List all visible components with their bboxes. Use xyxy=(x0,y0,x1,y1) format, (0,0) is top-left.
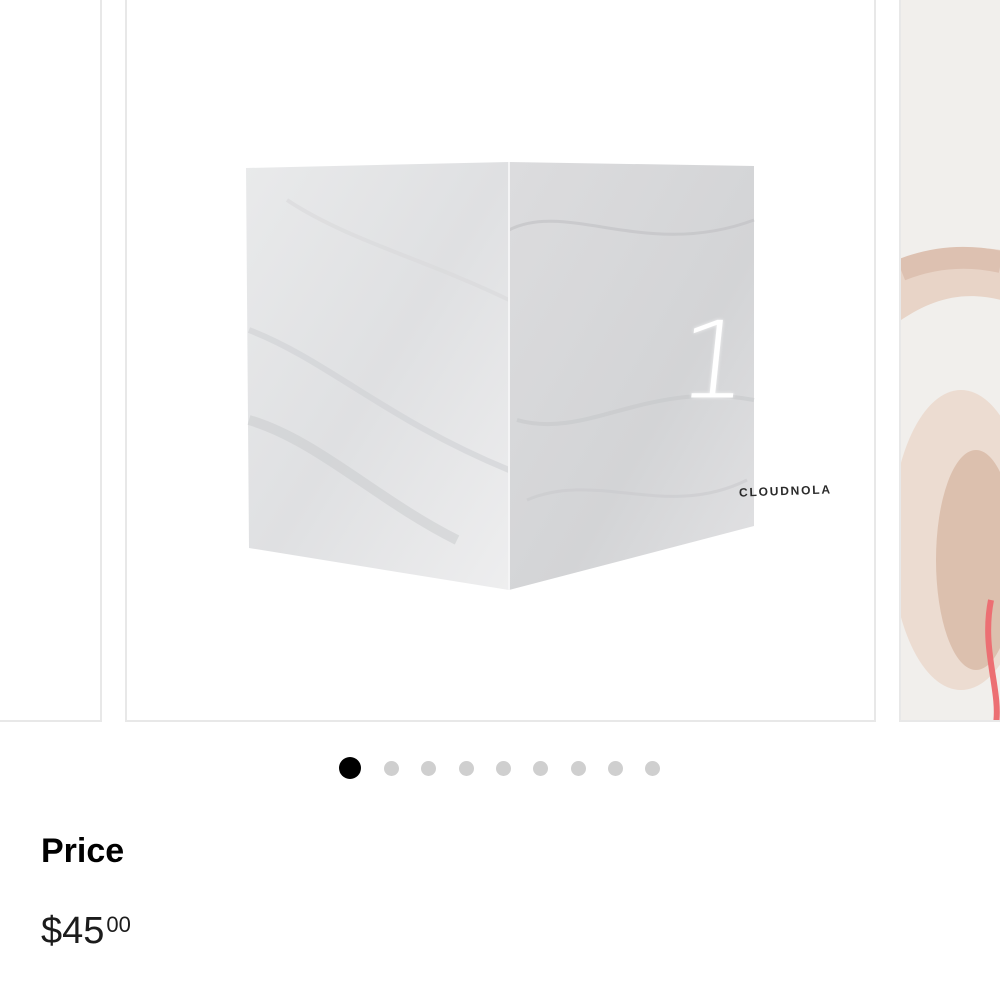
current-slide[interactable]: 15:38 CLOUDNOLA xyxy=(125,0,876,722)
previous-slide[interactable] xyxy=(0,0,102,722)
pagination-dot[interactable] xyxy=(571,761,586,776)
pagination-dot[interactable] xyxy=(645,761,660,776)
pagination-dot[interactable] xyxy=(421,761,436,776)
pagination-dot[interactable] xyxy=(384,761,399,776)
pagination-dot[interactable] xyxy=(459,761,474,776)
carousel-pagination xyxy=(0,757,1000,781)
image-carousel[interactable]: 15:38 CLOUDNOLA xyxy=(0,0,1000,724)
currency-symbol: $ xyxy=(41,910,63,952)
pagination-dot-active[interactable] xyxy=(339,757,361,779)
pagination-dot[interactable] xyxy=(533,761,548,776)
clock-display-time: 15:38 xyxy=(671,299,876,423)
next-slide[interactable] xyxy=(899,0,1000,722)
price-heading: Price xyxy=(41,832,125,870)
price-cents: 00 xyxy=(106,912,131,937)
product-price: $4500 xyxy=(41,912,131,950)
pagination-dot[interactable] xyxy=(608,761,623,776)
product-page: 15:38 CLOUDNOLA Price $4500 xyxy=(0,0,1000,1000)
price-whole: 45 xyxy=(62,910,105,952)
pagination-dot[interactable] xyxy=(496,761,511,776)
headphones-product-image xyxy=(901,0,1000,720)
